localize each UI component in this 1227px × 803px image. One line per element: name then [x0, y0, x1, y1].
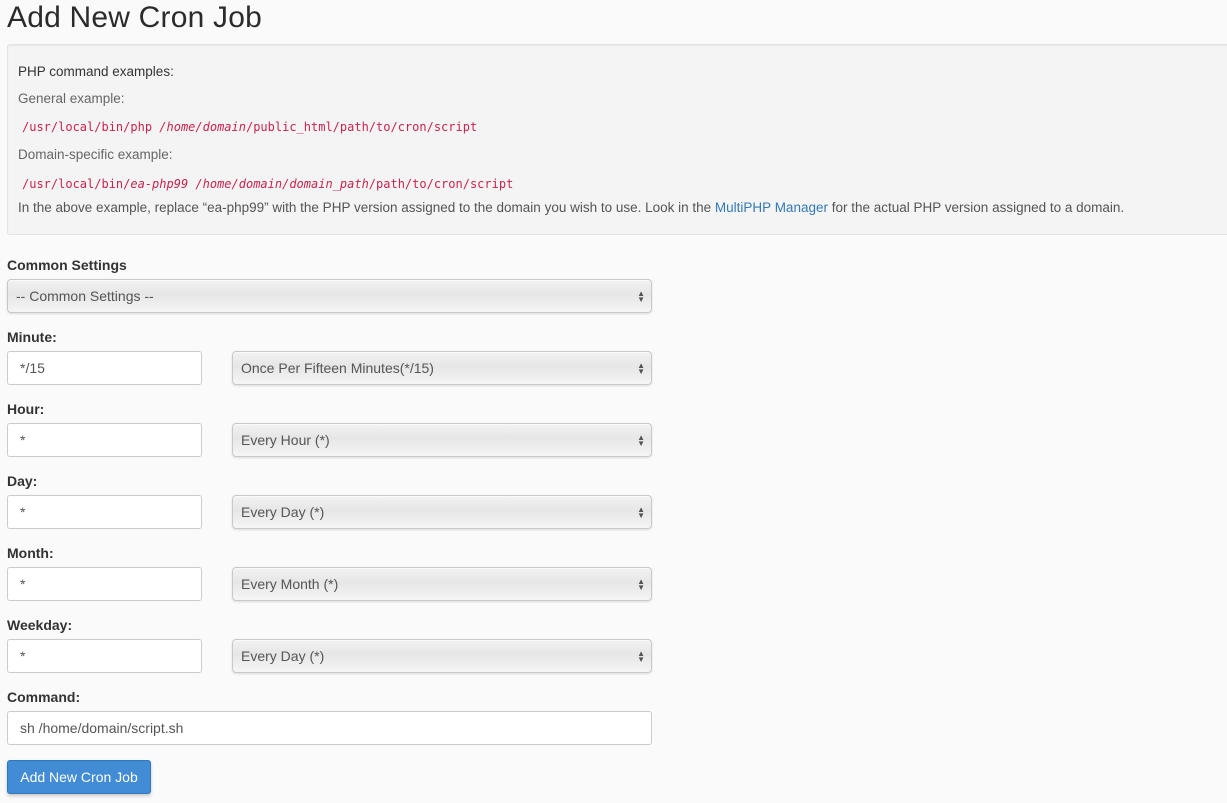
select-arrows-icon: ▲ ▼	[637, 649, 645, 664]
day-label: Day:	[7, 473, 38, 489]
weekday-input[interactable]: *	[7, 639, 202, 673]
common-settings-select[interactable]: -- Common Settings -- ▲ ▼	[7, 279, 652, 313]
select-arrows-icon: ▲ ▼	[637, 505, 645, 520]
minute-select[interactable]: Once Per Fifteen Minutes(*/15) ▲ ▼	[232, 351, 652, 385]
note-text-after: for the actual PHP version assigned to a…	[827, 200, 1125, 215]
examples-heading: PHP command examples:	[18, 64, 174, 79]
domain-example-label: Domain-specific example:	[18, 147, 173, 162]
page-title: Add New Cron Job	[7, 1, 262, 34]
select-arrows-icon: ▲ ▼	[637, 433, 645, 448]
hour-select[interactable]: Every Hour (*) ▲ ▼	[232, 423, 652, 457]
month-label: Month:	[7, 545, 54, 561]
common-settings-selected: -- Common Settings --	[16, 288, 154, 304]
add-cron-job-page: Add New Cron Job PHP command examples: G…	[0, 0, 1227, 803]
minute-input[interactable]: */15	[7, 351, 202, 385]
general-example-command: /usr/local/bin/php /home/domain/public_h…	[18, 119, 477, 134]
command-input[interactable]: sh /home/domain/script.sh	[7, 711, 652, 745]
select-arrows-icon: ▲ ▼	[637, 361, 645, 376]
month-input[interactable]: *	[7, 567, 202, 601]
weekday-label: Weekday:	[7, 617, 73, 633]
minute-label: Minute:	[7, 329, 57, 345]
domain-cmd-italic: ea-php99 /home/domain/domain_path	[130, 177, 369, 191]
php-command-examples-panel: PHP command examples: General example: /…	[7, 44, 1227, 235]
month-select[interactable]: Every Month (*) ▲ ▼	[232, 567, 652, 601]
weekday-selected: Every Day (*)	[241, 648, 325, 664]
select-arrows-icon: ▲ ▼	[637, 289, 645, 304]
day-select[interactable]: Every Day (*) ▲ ▼	[232, 495, 652, 529]
domain-cmd-part2: /path/to/cron/script	[368, 177, 514, 191]
hour-input[interactable]: *	[7, 423, 202, 457]
common-settings-label: Common Settings	[7, 257, 127, 273]
note-text-before: In the above example, replace “ea-php99”…	[18, 200, 715, 215]
domain-cmd-part1: /usr/local/bin/	[22, 177, 131, 191]
general-cmd-part2: /public_html/path/to/cron/script	[245, 120, 478, 134]
command-label: Command:	[7, 689, 81, 705]
day-selected: Every Day (*)	[241, 504, 325, 520]
minute-selected: Once Per Fifteen Minutes(*/15)	[241, 360, 434, 376]
day-input[interactable]: *	[7, 495, 202, 529]
multiphp-manager-link[interactable]: MultiPHP Manager	[715, 200, 828, 215]
hour-label: Hour:	[7, 401, 45, 417]
general-cmd-italic: /home/domain	[159, 120, 246, 134]
general-example-label: General example:	[18, 91, 125, 106]
weekday-select[interactable]: Every Day (*) ▲ ▼	[232, 639, 652, 673]
month-selected: Every Month (*)	[241, 576, 339, 592]
select-arrows-icon: ▲ ▼	[637, 577, 645, 592]
general-cmd-part1: /usr/local/bin/php	[22, 120, 160, 134]
hour-selected: Every Hour (*)	[241, 432, 330, 448]
examples-note: In the above example, replace “ea-php99”…	[18, 200, 1124, 215]
domain-example-command: /usr/local/bin/ea-php99 /home/domain/dom…	[18, 176, 513, 191]
add-new-cron-job-button[interactable]: Add New Cron Job	[7, 760, 151, 794]
